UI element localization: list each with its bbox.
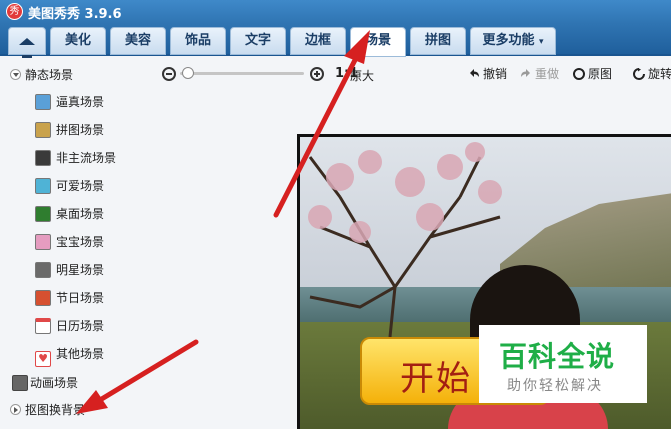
original-image-icon (573, 68, 585, 80)
collapse-arrow-icon (10, 404, 21, 415)
title-bar: 秀 美图秀秀 3.9.6 (0, 0, 671, 24)
scene-item-label: 桌面场景 (56, 207, 105, 221)
scene-item-label: 逼真场景 (56, 95, 105, 109)
original-size-label[interactable]: 原大 (350, 67, 374, 84)
original-image-label: 原图 (588, 67, 613, 81)
tab-home[interactable] (8, 27, 46, 61)
app-title: 美图秀秀 3.9.6 (28, 7, 122, 22)
scene-item-other[interactable]: ♥ 其他场景 (35, 345, 105, 367)
scene-item-cute[interactable]: 可爱场景 (35, 177, 104, 195)
expand-arrow-icon (10, 69, 21, 80)
static-scenes-label: 静态场景 (25, 68, 74, 82)
watermark-title: 百科全说 (499, 340, 616, 373)
scene-item-celebrity[interactable]: 明星场景 (35, 261, 104, 279)
scene-item-collage[interactable]: 拼图场景 (35, 121, 104, 139)
scene-item-label: 日历场景 (56, 319, 105, 333)
tab-collage[interactable]: 拼图 (410, 27, 466, 55)
scene-item-holiday[interactable]: 节日场景 (35, 289, 104, 307)
scene-thumb-icon (35, 290, 51, 306)
zoom-slider-track[interactable] (180, 72, 304, 75)
static-scenes-group[interactable]: 静态场景 (10, 66, 73, 84)
cutout-background-group[interactable]: 抠图换背景 (10, 401, 85, 419)
scene-item-label: 可爱场景 (56, 179, 105, 193)
watermark-logo: 百科全说 助你轻松解决 (479, 325, 647, 403)
scene-item-label: 其他场景 (56, 347, 105, 361)
scene-item-desktop[interactable]: 桌面场景 (35, 205, 104, 223)
animated-scenes-group[interactable]: 动画场景 (12, 374, 78, 392)
cutout-background-label: 抠图换背景 (25, 403, 86, 417)
original-image-button[interactable]: 原图 (573, 66, 612, 82)
scene-thumb-icon (35, 262, 51, 278)
scene-item-label: 拼图场景 (56, 123, 105, 137)
zoom-in-icon[interactable] (310, 67, 324, 81)
tab-frames[interactable]: 边框 (290, 27, 346, 55)
zoom-out-icon[interactable] (162, 67, 176, 81)
scene-thumb-icon (35, 150, 51, 166)
rotate-label: 旋转 (648, 67, 671, 81)
scene-item-realistic[interactable]: 逼真场景 (35, 93, 104, 111)
scene-thumb-icon (35, 206, 51, 222)
chevron-down-icon: ▾ (539, 37, 544, 47)
more-features-label: 更多功能 (482, 33, 535, 48)
scene-item-label: 宝宝场景 (56, 235, 105, 249)
home-icon (19, 30, 35, 61)
start-button-label: 开始 (400, 359, 472, 399)
redo-label: 重做 (535, 67, 560, 81)
scene-thumb-icon (35, 94, 51, 110)
scene-item-label: 节日场景 (56, 291, 105, 305)
redo-button[interactable]: 重做 (520, 66, 559, 82)
undo-icon (470, 69, 479, 77)
scene-item-alternative[interactable]: 非主流场景 (35, 149, 116, 167)
scene-item-label: 明星场景 (56, 263, 105, 277)
tab-accessories[interactable]: 饰品 (170, 27, 226, 55)
animated-scene-icon (12, 375, 28, 391)
scene-thumb-icon (35, 318, 51, 334)
tab-scenes[interactable]: 场景 (350, 27, 406, 57)
scene-item-calendar[interactable]: 日历场景 (35, 317, 104, 335)
redo-icon (521, 69, 530, 77)
scene-item-label: 非主流场景 (56, 151, 117, 165)
tab-beauty[interactable]: 美容 (110, 27, 166, 55)
zoom-slider-handle[interactable] (182, 67, 194, 79)
tab-more-features[interactable]: 更多功能 ▾ (470, 27, 556, 55)
scene-thumb-icon (35, 234, 51, 250)
rotate-button[interactable]: 旋转 (633, 66, 671, 82)
tab-text[interactable]: 文字 (230, 27, 286, 55)
watermark-subtitle: 助你轻松解决 (507, 378, 603, 394)
scene-thumb-icon (35, 122, 51, 138)
tab-beautify[interactable]: 美化 (50, 27, 106, 55)
rotate-icon (633, 68, 645, 80)
main-tab-bar: 美化 美容 饰品 文字 边框 场景 拼图 更多功能 ▾ (0, 24, 671, 61)
heart-icon: ♥ (35, 351, 51, 367)
undo-button[interactable]: 撤销 (468, 66, 507, 82)
animated-scenes-label: 动画场景 (30, 376, 79, 390)
undo-label: 撤销 (483, 67, 508, 81)
scene-sidebar: 静态场景 逼真场景 拼图场景 非主流场景 可爱场景 桌面场景 宝宝场景 明星场景… (0, 58, 156, 429)
scene-item-baby[interactable]: 宝宝场景 (35, 233, 104, 251)
app-logo-icon: 秀 (6, 3, 23, 20)
scene-thumb-icon (35, 178, 51, 194)
